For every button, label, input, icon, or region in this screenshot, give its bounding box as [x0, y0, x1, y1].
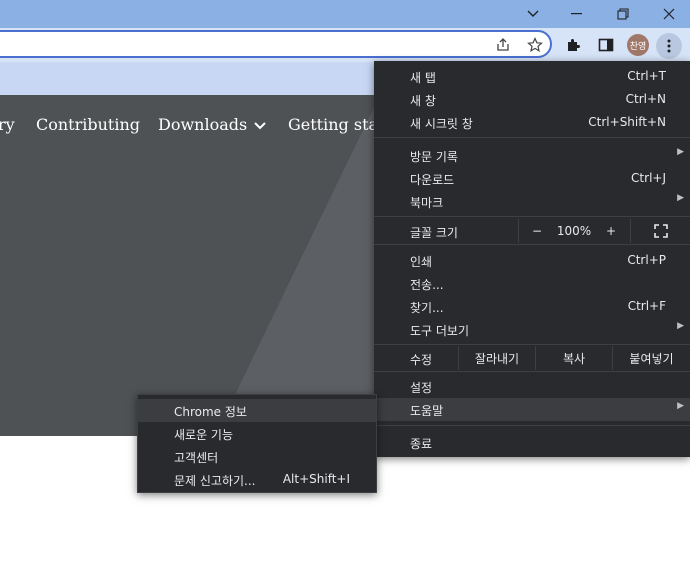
menu-label: 새 창 — [410, 94, 436, 108]
menu-item-downloads[interactable]: 다운로드 Ctrl+J — [374, 167, 690, 190]
extensions-puzzle-icon[interactable] — [565, 36, 583, 54]
menu-divider — [374, 244, 690, 245]
submenu-item-about-chrome[interactable]: Chrome 정보 — [138, 399, 376, 422]
zoom-level-value: 100% — [556, 224, 592, 238]
menu-item-print[interactable]: 인쇄 Ctrl+P — [374, 249, 690, 272]
menu-zoom-row: 글꼴 크기 − 100% + — [374, 219, 690, 243]
submenu-arrow-icon: ▶ — [677, 193, 684, 203]
menu-shortcut: Ctrl+P — [627, 253, 666, 267]
menu-label: 북마크 — [410, 196, 444, 210]
menu-label: 도움말 — [410, 404, 444, 418]
menu-item-find[interactable]: 찾기... Ctrl+F — [374, 295, 690, 318]
browser-toolbar — [0, 28, 690, 62]
minimize-button[interactable] — [554, 0, 600, 28]
help-submenu: Chrome 정보 새로운 기능 고객센터 문제 신고하기... Alt+Shif… — [137, 394, 377, 493]
submenu-label: Chrome 정보 — [174, 405, 247, 419]
zoom-divider — [518, 219, 519, 243]
submenu-arrow-icon: ▶ — [677, 321, 684, 331]
menu-divider — [374, 371, 690, 372]
submenu-item-whats-new[interactable]: 새로운 기능 — [138, 422, 376, 445]
menu-label: 도구 더보기 — [410, 324, 470, 338]
submenu-shortcut: Alt+Shift+I — [282, 472, 350, 486]
menu-shortcut: Ctrl+Shift+N — [588, 115, 666, 129]
nav-item-getting-started[interactable]: Getting star — [288, 115, 386, 134]
menu-shortcut: Ctrl+J — [631, 171, 666, 185]
menu-divider — [374, 425, 690, 426]
submenu-label: 문제 신고하기... — [174, 474, 256, 488]
restore-button[interactable] — [600, 0, 646, 28]
chevron-down-icon — [254, 122, 267, 130]
menu-item-incognito[interactable]: 새 시크릿 창 Ctrl+Shift+N — [374, 111, 690, 134]
zoom-in-button[interactable]: + — [598, 219, 624, 243]
menu-item-cast[interactable]: 전송... — [374, 272, 690, 295]
menu-item-more-tools[interactable]: 도구 더보기 ▶ — [374, 318, 690, 341]
menu-item-new-tab[interactable]: 새 탭 Ctrl+T — [374, 65, 690, 88]
submenu-arrow-icon: ▶ — [677, 147, 684, 157]
menu-label: 종료 — [410, 437, 433, 451]
zoom-divider — [630, 219, 631, 243]
tab-search-chevron-icon[interactable] — [510, 0, 556, 28]
menu-item-history[interactable]: 방문 기록 ▶ — [374, 144, 690, 167]
menu-shortcut: Ctrl+F — [627, 299, 666, 313]
nav-item-contributing[interactable]: Contributing — [36, 115, 140, 134]
menu-item-exit[interactable]: 종료 — [374, 431, 690, 454]
menu-label: 인쇄 — [410, 255, 433, 269]
menu-item-help[interactable]: 도움말 ▶ — [374, 398, 690, 421]
cut-button[interactable]: 잘라내기 — [459, 346, 535, 370]
zoom-out-button[interactable]: − — [524, 219, 550, 243]
edit-label: 수정 — [410, 353, 433, 367]
copy-button[interactable]: 복사 — [536, 346, 612, 370]
menu-label: 새 시크릿 창 — [410, 117, 473, 131]
profile-avatar[interactable]: 찬영 — [627, 34, 649, 56]
menu-label: 방문 기록 — [410, 150, 458, 164]
side-panel-icon[interactable] — [597, 36, 615, 54]
chrome-menu-button[interactable] — [656, 33, 682, 59]
nav-downloads-label: Downloads — [158, 115, 248, 134]
submenu-item-help-center[interactable]: 고객센터 — [138, 445, 376, 468]
menu-divider — [374, 137, 690, 138]
menu-label: 다운로드 — [410, 173, 455, 187]
window-titlebar — [0, 0, 690, 28]
menu-item-bookmarks[interactable]: 북마크 ▶ — [374, 190, 690, 213]
menu-shortcut: Ctrl+N — [625, 92, 666, 106]
nav-item-partial[interactable]: ry — [0, 115, 15, 134]
menu-shortcut: Ctrl+T — [627, 69, 666, 83]
menu-item-new-window[interactable]: 새 창 Ctrl+N — [374, 88, 690, 111]
zoom-label: 글꼴 크기 — [410, 226, 458, 240]
share-icon[interactable] — [494, 36, 512, 54]
nav-item-downloads[interactable]: Downloads — [158, 115, 267, 134]
menu-label: 새 탭 — [410, 71, 436, 85]
menu-divider — [374, 344, 690, 345]
submenu-arrow-icon: ▶ — [677, 401, 684, 411]
submenu-item-report-issue[interactable]: 문제 신고하기... Alt+Shift+I — [138, 468, 376, 491]
address-bar[interactable] — [0, 30, 552, 58]
menu-item-settings[interactable]: 설정 — [374, 375, 690, 398]
submenu-label: 새로운 기능 — [174, 428, 234, 442]
menu-label: 전송... — [410, 278, 444, 292]
close-window-button[interactable] — [646, 0, 690, 28]
submenu-label: 고객센터 — [174, 451, 219, 465]
menu-label: 설정 — [410, 381, 433, 395]
menu-divider — [374, 216, 690, 217]
bookmark-star-icon[interactable] — [526, 36, 544, 54]
fullscreen-icon[interactable] — [646, 219, 676, 243]
paste-button[interactable]: 붙여넣기 — [613, 346, 690, 370]
menu-label: 찾기... — [410, 301, 444, 315]
chrome-menu: 새 탭 Ctrl+T 새 창 Ctrl+N 새 시크릿 창 Ctrl+Shift+N … — [374, 61, 690, 457]
menu-edit-row: 수정 잘라내기 복사 붙여넣기 — [374, 346, 690, 370]
